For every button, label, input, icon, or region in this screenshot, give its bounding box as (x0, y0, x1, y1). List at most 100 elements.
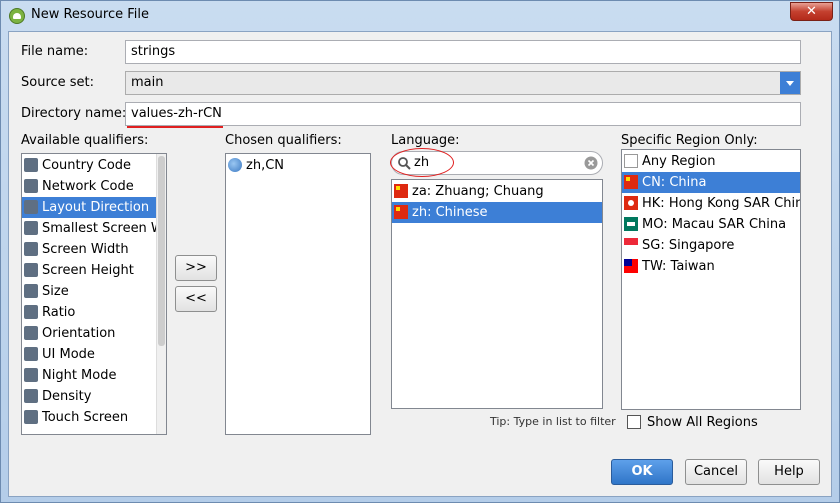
globe-icon (228, 158, 242, 172)
language-label: Language: (391, 133, 460, 148)
smallest-screen-icon (24, 221, 38, 235)
region-item-label: SG: Singapore (642, 238, 735, 253)
annotation-underline (127, 126, 223, 128)
qualifier-item-label: Touch Screen (42, 410, 129, 425)
qualifier-item[interactable]: Country Code (22, 155, 166, 176)
region-item-label: CN: China (642, 175, 707, 190)
language-item-label: zh: Chinese (412, 205, 488, 220)
flag-cn-icon (624, 175, 638, 189)
qualifier-item-label: Density (42, 389, 92, 404)
qualifier-item-label: Screen Width (42, 242, 129, 257)
region-item[interactable]: Any Region (622, 151, 800, 172)
qualifier-item[interactable]: Network Code (22, 176, 166, 197)
dialog-window: New Resource File ✕ File name: strings S… (0, 0, 840, 503)
region-item-label: MO: Macau SAR China (642, 217, 787, 232)
flag-tw-icon (624, 259, 638, 273)
qualifier-item-label: Country Code (42, 158, 132, 173)
screen-height-icon (24, 263, 38, 277)
show-all-regions-checkbox[interactable] (627, 415, 641, 429)
qualifier-item-label: UI Mode (42, 347, 95, 362)
remove-qualifier-button[interactable]: << (175, 286, 217, 312)
flag-cn-icon (394, 184, 408, 198)
size-icon (24, 284, 38, 298)
qualifier-item-label: Night Mode (42, 368, 117, 383)
language-list: za: Zhuang; Chuang zh: Chinese (391, 179, 603, 409)
dialog-body: File name: strings Source set: main Dire… (8, 31, 832, 497)
qualifier-item[interactable]: UI Mode (22, 344, 166, 365)
available-qualifiers-list: Country Code Network Code Layout Direction… (21, 153, 167, 435)
region-item[interactable]: SG: Singapore (622, 235, 800, 256)
ok-button[interactable]: OK (611, 459, 673, 485)
density-icon (24, 389, 38, 403)
chosen-qualifiers-label: Chosen qualifiers: (225, 133, 342, 148)
clear-icon[interactable] (584, 156, 598, 170)
touch-screen-icon (24, 410, 38, 424)
ui-mode-icon (24, 347, 38, 361)
title-bar: New Resource File ✕ (1, 1, 839, 31)
region-item[interactable]: CN: China (622, 172, 800, 193)
qualifier-item-label: Screen Height (42, 263, 134, 278)
qualifier-item[interactable]: Density (22, 386, 166, 407)
region-item-label: Any Region (642, 154, 716, 169)
flag-sg-icon (624, 238, 638, 252)
region-item-label: HK: Hong Kong SAR China (642, 196, 801, 211)
source-set-label: Source set: (21, 75, 95, 90)
file-name-label: File name: (21, 44, 89, 59)
orientation-icon (24, 326, 38, 340)
chosen-qualifier-item-label: zh,CN (246, 158, 284, 173)
ratio-icon (24, 305, 38, 319)
qualifier-item[interactable]: Layout Direction (22, 197, 166, 218)
language-item[interactable]: za: Zhuang; Chuang (392, 181, 602, 202)
directory-name-input[interactable]: values-zh-rCN (125, 102, 801, 126)
window-title: New Resource File (31, 7, 149, 22)
qualifier-item-label: Layout Direction (42, 200, 150, 215)
blank-flag-icon (624, 154, 638, 168)
chevron-down-icon[interactable] (780, 72, 800, 94)
country-code-icon (24, 158, 38, 172)
network-code-icon (24, 179, 38, 193)
night-mode-icon (24, 368, 38, 382)
flag-mo-icon (624, 217, 638, 231)
qualifier-item[interactable]: Smallest Screen Wi (22, 218, 166, 239)
show-all-regions-label: Show All Regions (647, 415, 758, 430)
chosen-qualifiers-list: zh,CN (225, 153, 371, 435)
qualifier-item-label: Ratio (42, 305, 76, 320)
region-item[interactable]: MO: Macau SAR China (622, 214, 800, 235)
add-qualifier-button[interactable]: >> (175, 255, 217, 281)
available-qualifiers-scrollbar[interactable] (156, 154, 166, 434)
flag-hk-icon (624, 196, 638, 210)
region-item[interactable]: TW: Taiwan (622, 256, 800, 277)
language-item[interactable]: zh: Chinese (392, 202, 602, 223)
cancel-button[interactable]: Cancel (685, 459, 747, 485)
annotation-circle (390, 148, 454, 177)
qualifier-item[interactable]: Size (22, 281, 166, 302)
available-qualifiers-label: Available qualifiers: (21, 133, 149, 148)
qualifier-item[interactable]: Screen Width (22, 239, 166, 260)
qualifier-item-label: Network Code (42, 179, 134, 194)
directory-name-label: Directory name: (21, 106, 127, 121)
qualifier-item[interactable]: Night Mode (22, 365, 166, 386)
screen-width-icon (24, 242, 38, 256)
region-item[interactable]: HK: Hong Kong SAR China (622, 193, 800, 214)
source-set-value: main (131, 75, 164, 90)
chosen-qualifier-item[interactable]: zh,CN (226, 155, 370, 176)
qualifier-item-label: Size (42, 284, 69, 299)
language-item-label: za: Zhuang; Chuang (412, 184, 544, 199)
region-item-label: TW: Taiwan (642, 259, 715, 274)
source-set-select[interactable]: main (125, 71, 801, 95)
qualifier-item-label: Smallest Screen Wi (42, 221, 167, 236)
layout-direction-icon (24, 200, 38, 214)
qualifier-item[interactable]: Ratio (22, 302, 166, 323)
close-button[interactable]: ✕ (790, 2, 833, 21)
qualifier-item[interactable]: Touch Screen (22, 407, 166, 428)
region-list: Any Region CN: China HK: Hong Kong SAR Chi… (621, 149, 801, 410)
qualifier-item[interactable]: Orientation (22, 323, 166, 344)
qualifier-item-label: Orientation (42, 326, 116, 341)
file-name-input[interactable]: strings (125, 40, 801, 64)
qualifier-item[interactable]: Screen Height (22, 260, 166, 281)
region-label: Specific Region Only: (621, 133, 758, 148)
help-button[interactable]: Help (758, 459, 820, 485)
scroll-thumb[interactable] (158, 156, 165, 346)
flag-cn-icon (394, 205, 408, 219)
filter-tip: Tip: Type in list to filter (490, 415, 616, 428)
